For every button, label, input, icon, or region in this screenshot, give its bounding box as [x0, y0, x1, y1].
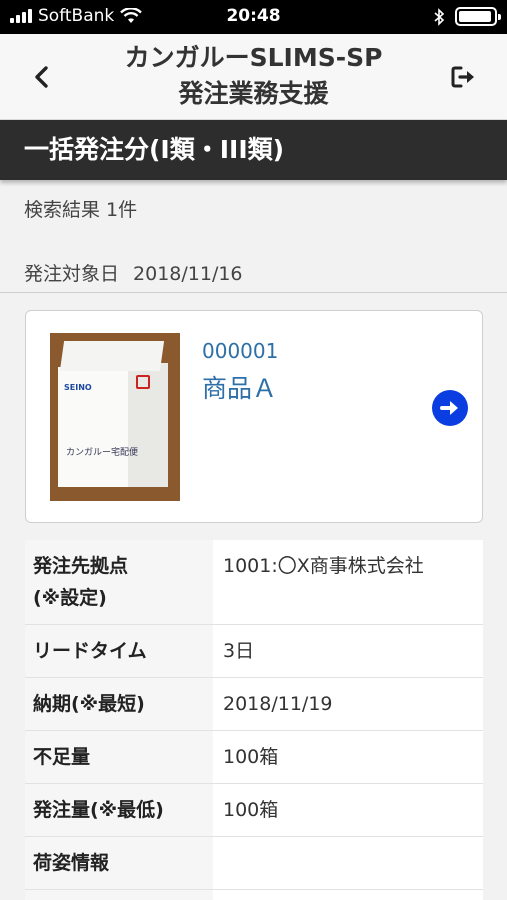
detail-value: 100箱	[213, 784, 483, 836]
detail-row: 納期(※最短) 2018/11/19	[25, 678, 483, 731]
app-header: カンガルーSLIMS-SP 発注業務支援	[0, 34, 507, 120]
battery-icon	[455, 7, 501, 26]
detail-row: 発注先拠点 (※設定) 1001:〇X商事株式会社	[25, 540, 483, 625]
detail-row: 不足量 100箱	[25, 731, 483, 784]
bluetooth-icon	[434, 7, 445, 26]
product-detail-table: 発注先拠点 (※設定) 1001:〇X商事株式会社 リードタイム 3日 納期(※最短) 2…	[25, 540, 483, 900]
divider	[0, 292, 507, 293]
product-detail-button[interactable]	[432, 390, 468, 426]
clock: 20:48	[226, 6, 281, 26]
order-target-date: 発注対象日 2018/11/16	[24, 259, 243, 286]
detail-value	[213, 837, 483, 889]
product-name[interactable]: 商品Ａ	[202, 369, 277, 405]
detail-row: リードタイム 3日	[25, 625, 483, 678]
detail-value: 3日	[213, 625, 483, 677]
product-image-caption: カンガルー宅配便	[66, 448, 139, 458]
chevron-left-icon	[35, 66, 48, 88]
detail-label: RFM区分	[25, 890, 213, 900]
detail-row: RFM区分I類／I類	[25, 890, 483, 900]
detail-value: 1001:〇X商事株式会社	[213, 540, 483, 624]
product-image-brand: SEINO	[64, 383, 92, 392]
detail-value: I類／I類	[213, 890, 483, 900]
app-subtitle: 発注業務支援	[178, 79, 329, 108]
detail-row: 発注量(※最低) 100箱	[25, 784, 483, 837]
status-bar: SoftBank 20:48	[0, 0, 507, 34]
detail-value: 2018/11/19	[213, 678, 483, 730]
detail-label: 不足量	[25, 731, 213, 783]
sign-out-icon	[451, 66, 474, 88]
detail-label: 納期(※最短)	[25, 678, 213, 730]
order-date-value: 2018/11/16	[133, 263, 243, 285]
logout-button[interactable]	[449, 62, 479, 92]
detail-label: 荷姿情報	[25, 837, 213, 889]
product-card[interactable]: SEINO カンガルー宅配便 000001 商品Ａ	[25, 310, 483, 523]
detail-label: 発注量(※最低)	[25, 784, 213, 836]
page-title: カンガルーSLIMS-SP 発注業務支援	[80, 40, 427, 112]
section-title: 一括発注分(I類・III類)	[0, 120, 507, 180]
fragile-mark-icon	[136, 375, 150, 389]
detail-value: 100箱	[213, 731, 483, 783]
order-date-label: 発注対象日	[24, 263, 120, 285]
battery-level	[459, 11, 492, 22]
back-button[interactable]	[28, 62, 54, 92]
search-result-count: 検索結果 1件	[24, 199, 138, 221]
product-code: 000001	[202, 339, 279, 363]
app-title: カンガルーSLIMS-SP	[124, 43, 383, 72]
detail-row: 荷姿情報	[25, 837, 483, 890]
arrow-circle-right-icon	[440, 401, 458, 415]
product-image: SEINO カンガルー宅配便	[50, 333, 180, 501]
detail-label: 発注先拠点 (※設定)	[25, 540, 213, 624]
detail-label: リードタイム	[25, 625, 213, 677]
